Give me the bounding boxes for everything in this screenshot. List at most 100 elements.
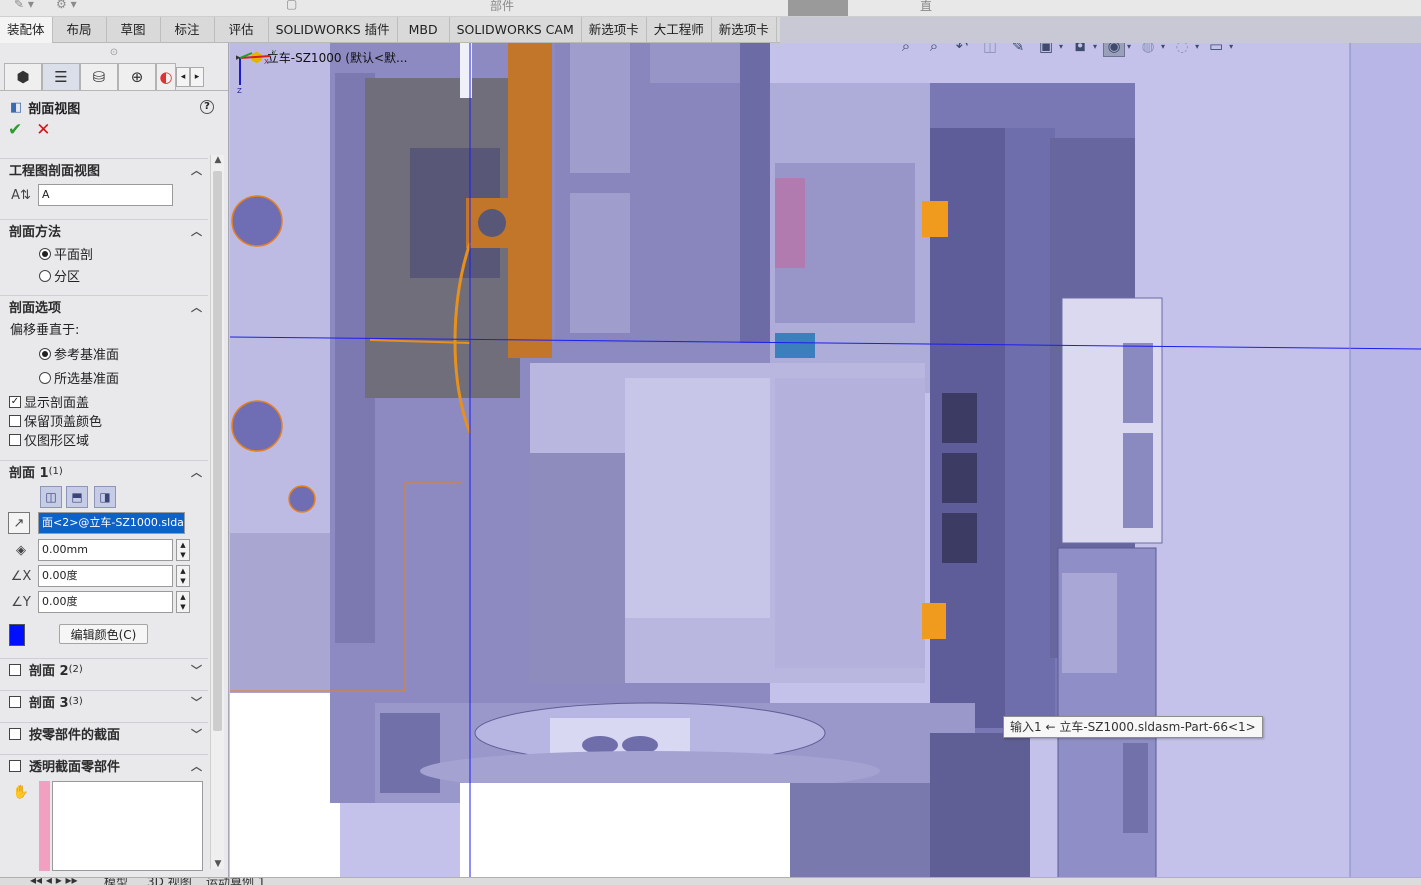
collapse-chevron-icon[interactable]: ︿ — [191, 464, 202, 480]
tab-annotation[interactable]: 标注 — [161, 17, 215, 43]
group-section-options[interactable]: 剖面选项 ︿ — [0, 295, 208, 317]
keep-cap-color-checkbox[interactable]: 保留顶盖颜色 — [9, 411, 102, 430]
panel-scrollbar[interactable]: ▲ ▼ — [210, 155, 224, 869]
section-front-plane-button[interactable]: ◫ — [40, 486, 62, 508]
graphics-viewport[interactable]: ▸ ⬢ 立车-SZ1000 (默认<默... ⌕ ⌕ ↶ ◫ ✎ ▣▾ ◘▾ ◉… — [230, 43, 1421, 877]
tab-scroll-right-icon[interactable]: ▸ — [190, 67, 204, 87]
edit-color-button[interactable]: 编辑颜色(C) — [59, 624, 148, 644]
tab-motion-study[interactable]: 运动算例 1 — [206, 878, 265, 885]
group-section-3[interactable]: 剖面 3 (3) ﹀ — [0, 690, 208, 712]
checkbox-graphics-only[interactable] — [9, 433, 21, 446]
tab-model[interactable]: 模型 — [104, 878, 128, 885]
checkbox-show-cap[interactable]: ✓ — [9, 395, 21, 408]
sketch-icon[interactable]: ✎ ▾ — [14, 0, 34, 11]
property-manager-tab[interactable]: ☰ — [42, 63, 80, 90]
checkbox-section-3[interactable] — [9, 695, 21, 708]
method-option-planar[interactable]: 平面剖 — [39, 244, 93, 263]
check-icon[interactable]: ✔ — [8, 120, 22, 140]
group-section-by-component[interactable]: 按零部件的截面 ﹀ — [0, 722, 208, 744]
checkbox-section-by-component[interactable] — [9, 727, 21, 740]
tab-layout[interactable]: 布局 — [53, 17, 107, 43]
radio-reference-plane[interactable] — [39, 347, 51, 360]
collapse-chevron-icon[interactable]: ︿ — [191, 162, 202, 178]
group-section-method[interactable]: 剖面方法 ︿ — [0, 219, 208, 241]
zoom-to-fit-icon[interactable]: ⌕ — [895, 43, 917, 57]
expand-chevron-icon[interactable]: ﹀ — [191, 726, 202, 742]
zoom-area-icon[interactable]: ⌕ — [923, 43, 945, 57]
tab-new-1[interactable]: 新选项卡 — [582, 17, 647, 43]
group-section-1[interactable]: 剖面 1 (1) ︿ — [0, 460, 208, 482]
offset-option-reference-plane[interactable]: 参考基准面 — [39, 344, 119, 363]
rotation-y-input[interactable]: 0.00度 — [38, 591, 173, 613]
display-manager-tab[interactable]: ◐ — [156, 63, 176, 90]
options-gear-icon[interactable]: ⚙ ▾ — [56, 0, 77, 11]
display-style-icon[interactable]: ◘ — [1069, 43, 1091, 57]
tab-solidworks-cam[interactable]: SOLIDWORKS CAM — [450, 17, 582, 43]
transparent-components-list[interactable] — [52, 781, 203, 871]
section-top-plane-button[interactable]: ⬒ — [66, 486, 88, 508]
tab-mbd[interactable]: MBD — [398, 17, 450, 43]
panel-splitter-handle[interactable]: ⊙ — [0, 43, 228, 63]
chevron-down-icon[interactable]: ▾ — [1093, 43, 1097, 51]
expand-chevron-icon[interactable]: ﹀ — [191, 694, 202, 710]
edit-appearance-icon[interactable]: ◍ — [1137, 43, 1159, 57]
radio-zonal[interactable] — [39, 269, 51, 282]
tab-nav-arrows-icon[interactable]: ◂◂ ◂ ▸ ▸▸ — [30, 878, 78, 885]
distance-stepper[interactable]: ▲ ▼ — [176, 539, 190, 561]
dynamic-annotation-icon[interactable]: ✎ — [1007, 43, 1029, 57]
feature-manager-tab[interactable]: ⬢ — [4, 63, 42, 90]
chevron-down-icon[interactable]: ▾ — [1059, 43, 1063, 51]
group-transparent-components[interactable]: 透明截面零部件 ︿ — [0, 754, 208, 776]
tab-solidworks-addins[interactable]: SOLIDWORKS 插件 — [269, 17, 398, 43]
hide-show-icon[interactable]: ◉ — [1103, 43, 1126, 57]
tab-assembly[interactable]: 装配体 — [0, 17, 53, 43]
tab-scroll-left-icon[interactable]: ◂ — [176, 67, 190, 87]
offset-option-selected-plane[interactable]: 所选基准面 — [39, 368, 119, 387]
radio-selected-plane[interactable] — [39, 371, 51, 384]
rotation-x-stepper[interactable]: ▲ ▼ — [176, 565, 190, 587]
view-orientation-icon[interactable]: ▣ — [1035, 43, 1057, 57]
collapse-chevron-icon[interactable]: ︿ — [191, 223, 202, 239]
help-icon[interactable]: ? — [200, 100, 214, 114]
scrollbar-thumb[interactable] — [213, 171, 222, 731]
section-view-icon[interactable]: ◫ — [979, 43, 1001, 57]
tab-new-2[interactable]: 新选项卡 — [712, 17, 777, 43]
tab-3d-view[interactable]: 3D 视图 — [147, 878, 192, 885]
reverse-direction-icon[interactable]: ↗ — [8, 512, 30, 534]
checkbox-keep-cap-color[interactable] — [9, 414, 21, 427]
chevron-down-icon[interactable]: ▾ — [1127, 43, 1131, 51]
section-cap-color-swatch[interactable] — [9, 624, 25, 646]
chevron-down-icon[interactable]: ▾ — [1161, 43, 1165, 51]
rotation-x-input[interactable]: 0.00度 — [38, 565, 173, 587]
tab-big-engineer[interactable]: 大工程师 — [647, 17, 712, 43]
collapse-chevron-icon[interactable]: ︿ — [191, 299, 202, 315]
show-section-cap-checkbox[interactable]: ✓ 显示剖面盖 — [9, 392, 89, 411]
view-settings-icon[interactable]: ▭ — [1205, 43, 1227, 57]
dimxpert-manager-tab[interactable]: ⊕ — [118, 63, 156, 90]
toolbar-item-icon[interactable]: ▢ — [286, 0, 297, 11]
chevron-down-icon[interactable]: ▾ — [1195, 43, 1199, 51]
rotation-y-stepper[interactable]: ▲ ▼ — [176, 591, 190, 613]
configuration-manager-tab[interactable]: ⛁ — [80, 63, 118, 90]
section-label-input[interactable]: A — [38, 184, 173, 206]
checkbox-transparent-components[interactable] — [9, 759, 21, 772]
expand-chevron-icon[interactable]: ﹀ — [191, 662, 202, 678]
apply-scene-icon[interactable]: ◌ — [1171, 43, 1193, 57]
radio-planar[interactable] — [39, 247, 51, 260]
scroll-down-icon[interactable]: ▼ — [211, 859, 225, 869]
close-icon[interactable]: ✕ — [36, 120, 50, 140]
previous-view-icon[interactable]: ↶ — [951, 43, 973, 57]
toolbar-search-area[interactable] — [788, 0, 848, 16]
section-right-plane-button[interactable]: ◨ — [94, 486, 116, 508]
tab-evaluate[interactable]: 评估 — [215, 17, 269, 43]
group-drawing-section[interactable]: 工程图剖面视图 ︿ — [0, 158, 208, 180]
checkbox-section-2[interactable] — [9, 663, 21, 676]
section-reference-input[interactable]: 面<2>@立车-SZ1000.sldas — [38, 512, 185, 534]
chevron-down-icon[interactable]: ▾ — [1229, 43, 1233, 51]
group-section-2[interactable]: 剖面 2 (2) ﹀ — [0, 658, 208, 680]
tab-sketch[interactable]: 草图 — [107, 17, 161, 43]
graphics-only-checkbox[interactable]: 仅图形区域 — [9, 430, 89, 449]
offset-distance-input[interactable]: 0.00mm — [38, 539, 173, 561]
collapse-chevron-icon[interactable]: ︿ — [191, 758, 202, 774]
method-option-zonal[interactable]: 分区 — [39, 266, 80, 285]
